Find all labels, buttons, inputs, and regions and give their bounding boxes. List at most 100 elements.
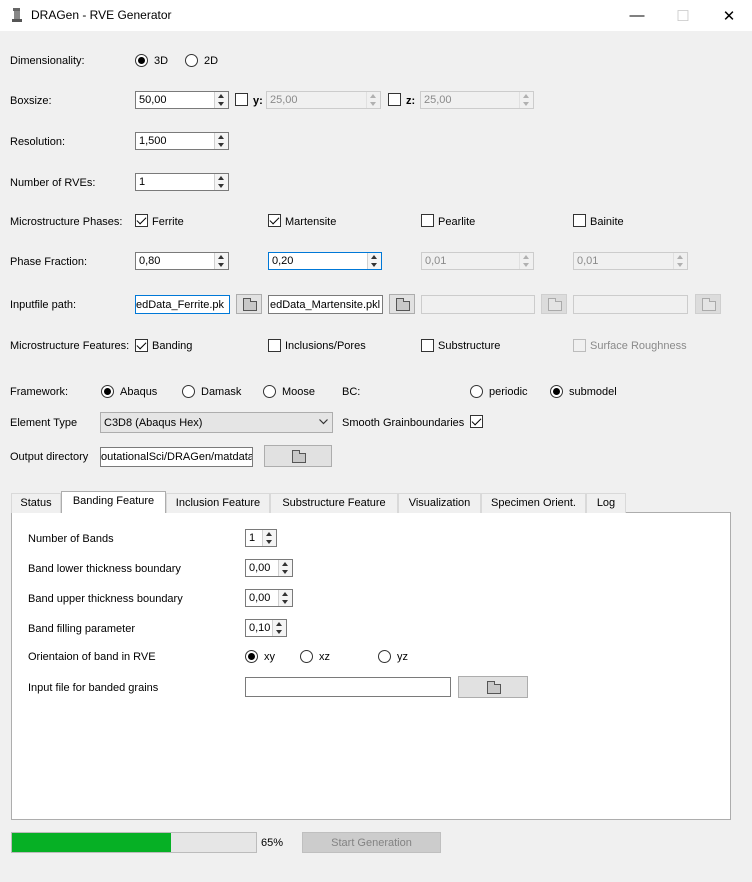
phase-pearlite-label: Pearlite — [438, 216, 476, 228]
banded-input-field[interactable] — [245, 677, 451, 697]
spin-arrows-icon[interactable] — [214, 92, 228, 108]
spin-arrows-icon[interactable] — [519, 253, 533, 269]
inputfile-ferrite-field[interactable]: edData_Ferrite.pk — [135, 295, 230, 314]
spin-arrows-icon[interactable] — [278, 560, 292, 576]
boxsize-x-spinbox[interactable]: 50,00 — [135, 91, 229, 109]
radio-damask[interactable] — [182, 385, 195, 398]
browse-ferrite-button[interactable] — [236, 294, 262, 314]
radio-orient-xy-label: xy — [264, 651, 275, 663]
feature-inclusions-checkbox[interactable] — [268, 339, 281, 352]
radio-3d-label: 3D — [154, 55, 169, 67]
fraction-pearlite-spinbox[interactable]: 0,01 — [421, 252, 534, 270]
maximize-icon: ☐ — [676, 7, 690, 25]
spin-arrows-icon[interactable] — [214, 133, 228, 149]
radio-orient-xz[interactable] — [300, 650, 313, 663]
tab-banding-feature[interactable]: Banding Feature — [61, 491, 166, 513]
radio-moose[interactable] — [263, 385, 276, 398]
radio-2d[interactable] — [185, 54, 198, 67]
radio-orient-xy[interactable] — [245, 650, 258, 663]
browse-pearlite-button[interactable] — [541, 294, 567, 314]
tab-log[interactable]: Log — [586, 493, 626, 513]
progress-text: 65% — [261, 837, 284, 849]
radio-orient-xz-label: xz — [319, 651, 330, 663]
smooth-checkbox[interactable] — [470, 415, 483, 428]
radio-damask-label: Damask — [201, 386, 242, 398]
resolution-spinbox[interactable]: 1,500 — [135, 132, 229, 150]
boxsize-y-spinbox[interactable]: 25,00 — [266, 91, 381, 109]
feature-roughness-checkbox[interactable] — [573, 339, 586, 352]
browse-banded-button[interactable] — [458, 676, 528, 698]
boxsize-z-spinbox[interactable]: 25,00 — [420, 91, 534, 109]
smooth-label: Smooth Grainboundaries — [342, 417, 465, 429]
feature-substructure-checkbox[interactable] — [421, 339, 434, 352]
band-orientation-label: Orientaion of band in RVE — [28, 651, 156, 663]
dimensionality-label: Dimensionality: — [10, 55, 85, 67]
spin-arrows-icon[interactable] — [366, 92, 380, 108]
tab-specimen-orient[interactable]: Specimen Orient. — [481, 493, 586, 513]
tab-inclusion-feature[interactable]: Inclusion Feature — [166, 493, 270, 513]
browse-martensite-button[interactable] — [389, 294, 415, 314]
start-generation-button[interactable]: Start Generation — [302, 832, 441, 853]
output-dir-field[interactable]: outationalSci/DRAGen/matdata — [100, 447, 253, 467]
fraction-bainite-spinbox[interactable]: 0,01 — [573, 252, 688, 270]
inputfile-martensite-field[interactable]: edData_Martensite.pkl — [268, 295, 383, 314]
boxsize-z-checkbox[interactable] — [388, 93, 401, 106]
phase-bainite-checkbox[interactable] — [573, 214, 586, 227]
feature-banding-label: Banding — [152, 340, 193, 352]
tab-status[interactable]: Status — [11, 493, 61, 513]
minimize-icon: — — [629, 7, 645, 24]
feature-banding-checkbox[interactable] — [135, 339, 148, 352]
folder-icon — [487, 681, 501, 694]
output-dir-label: Output directory — [10, 451, 89, 463]
radio-abaqus-label: Abaqus — [120, 386, 158, 398]
radio-abaqus[interactable] — [101, 385, 114, 398]
boxsize-z-label: z: — [406, 95, 416, 107]
spin-arrows-icon[interactable] — [272, 620, 286, 636]
spin-arrows-icon[interactable] — [262, 530, 276, 546]
band-filling-spinbox[interactable]: 0,10 — [245, 619, 287, 637]
folder-icon — [548, 298, 562, 311]
radio-submodel[interactable] — [550, 385, 563, 398]
folder-icon — [702, 298, 716, 311]
inputfile-bainite-field[interactable] — [573, 295, 688, 314]
minimize-button[interactable]: — — [614, 0, 660, 31]
phase-ferrite-checkbox[interactable] — [135, 214, 148, 227]
element-type-label: Element Type — [10, 417, 78, 429]
browse-bainite-button[interactable] — [695, 294, 721, 314]
inputfile-pearlite-field[interactable] — [421, 295, 535, 314]
spin-arrows-icon[interactable] — [519, 92, 533, 108]
banded-input-label: Input file for banded grains — [28, 682, 159, 694]
spin-arrows-icon[interactable] — [673, 253, 687, 269]
spin-arrows-icon[interactable] — [214, 174, 228, 190]
maximize-button[interactable]: ☐ — [660, 0, 706, 31]
phase-martensite-label: Martensite — [285, 216, 337, 228]
browse-output-button[interactable] — [264, 445, 332, 467]
phase-pearlite-checkbox[interactable] — [421, 214, 434, 227]
element-type-combobox[interactable]: C3D8 (Abaqus Hex) — [100, 412, 333, 433]
phases-label: Microstructure Phases: — [10, 216, 123, 228]
fraction-martensite-spinbox[interactable]: 0,20 — [268, 252, 382, 270]
num-bands-spinbox[interactable]: 1 — [245, 529, 277, 547]
band-lower-spinbox[interactable]: 0,00 — [245, 559, 293, 577]
feature-roughness-label: Surface Roughness — [590, 340, 687, 352]
phase-bainite-label: Bainite — [590, 216, 624, 228]
spin-arrows-icon[interactable] — [278, 590, 292, 606]
phase-ferrite-label: Ferrite — [152, 216, 184, 228]
close-button[interactable]: ✕ — [706, 0, 752, 31]
phase-martensite-checkbox[interactable] — [268, 214, 281, 227]
num-rves-spinbox[interactable]: 1 — [135, 173, 229, 191]
app-icon — [12, 8, 22, 22]
radio-orient-yz[interactable] — [378, 650, 391, 663]
fraction-ferrite-spinbox[interactable]: 0,80 — [135, 252, 229, 270]
radio-periodic[interactable] — [470, 385, 483, 398]
boxsize-y-checkbox[interactable] — [235, 93, 248, 106]
inputfile-label: Inputfile path: — [10, 299, 77, 311]
chevron-down-icon — [319, 419, 328, 425]
tab-substructure-feature[interactable]: Substructure Feature — [270, 493, 398, 513]
tab-visualization[interactable]: Visualization — [398, 493, 481, 513]
band-upper-spinbox[interactable]: 0,00 — [245, 589, 293, 607]
window-title: DRAGen - RVE Generator — [31, 8, 172, 22]
radio-3d[interactable] — [135, 54, 148, 67]
spin-arrows-icon[interactable] — [367, 253, 381, 269]
spin-arrows-icon[interactable] — [214, 253, 228, 269]
